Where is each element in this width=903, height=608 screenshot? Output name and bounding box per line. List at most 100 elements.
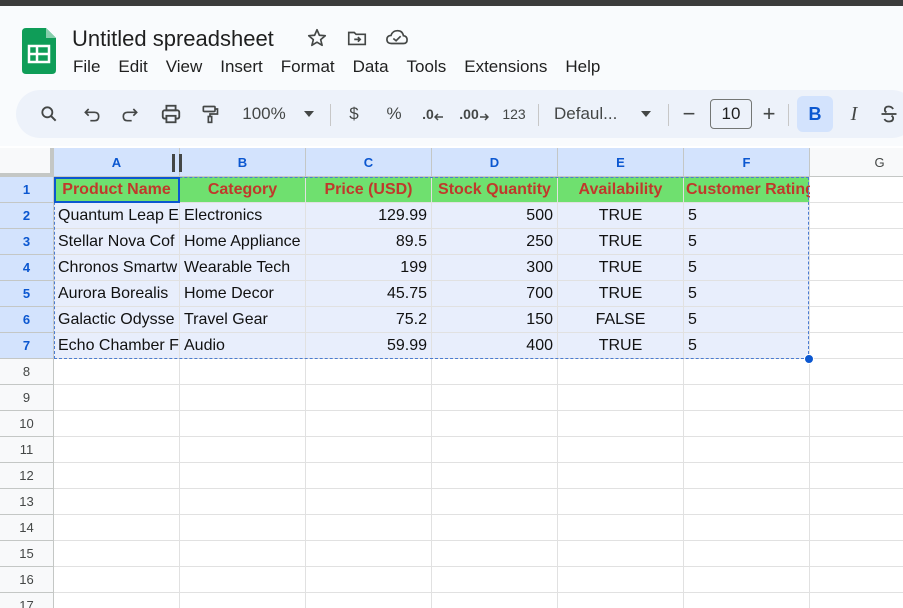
cell-e2[interactable]: TRUE [558, 203, 684, 229]
print-icon[interactable] [154, 90, 188, 138]
header-cell-d[interactable]: Stock Quantity [432, 177, 558, 203]
empty-cell[interactable] [558, 359, 684, 385]
italic-button[interactable]: I [840, 90, 868, 138]
empty-cell[interactable] [432, 463, 558, 489]
row-header-3[interactable]: 3 [0, 229, 54, 255]
empty-cell[interactable] [558, 541, 684, 567]
empty-cell[interactable] [810, 177, 903, 203]
cell-c3[interactable]: 89.5 [306, 229, 432, 255]
cell-d3[interactable]: 250 [432, 229, 558, 255]
empty-cell[interactable] [810, 489, 903, 515]
empty-cell[interactable] [306, 489, 432, 515]
move-to-folder-icon[interactable] [345, 26, 369, 50]
empty-cell[interactable] [558, 411, 684, 437]
empty-cell[interactable] [432, 489, 558, 515]
menu-insert[interactable]: Insert [211, 54, 272, 80]
menu-data[interactable]: Data [344, 54, 398, 80]
cell-f6[interactable]: 5 [684, 307, 810, 333]
empty-cell[interactable] [306, 541, 432, 567]
empty-cell[interactable] [558, 593, 684, 608]
menu-file[interactable]: File [64, 54, 109, 80]
column-header-g[interactable]: G [810, 148, 903, 177]
cell-e5[interactable]: TRUE [558, 281, 684, 307]
empty-cell[interactable] [684, 567, 810, 593]
cell-d4[interactable]: 300 [432, 255, 558, 281]
empty-cell[interactable] [432, 359, 558, 385]
currency-format-button[interactable]: $ [340, 90, 368, 138]
empty-cell[interactable] [810, 437, 903, 463]
empty-cell[interactable] [684, 489, 810, 515]
empty-cell[interactable] [54, 411, 180, 437]
empty-cell[interactable] [810, 203, 903, 229]
percent-format-button[interactable]: % [380, 90, 408, 138]
search-menus-icon[interactable] [32, 90, 66, 138]
spreadsheet-grid[interactable]: A B C D E F G 1 Product Name Category Price (USD) S… [0, 148, 903, 608]
column-header-c[interactable]: C [306, 148, 432, 177]
row-header-2[interactable]: 2 [0, 203, 54, 229]
undo-icon[interactable] [76, 90, 108, 138]
empty-cell[interactable] [54, 385, 180, 411]
empty-cell[interactable] [54, 541, 180, 567]
cell-f7[interactable]: 5 [684, 333, 810, 359]
empty-cell[interactable] [684, 541, 810, 567]
increase-font-size-button[interactable]: + [756, 90, 782, 138]
row-header-1[interactable]: 1 [0, 177, 54, 203]
empty-cell[interactable] [684, 359, 810, 385]
empty-cell[interactable] [810, 333, 903, 359]
column-header-f[interactable]: F [684, 148, 810, 177]
empty-cell[interactable] [180, 567, 306, 593]
strikethrough-icon[interactable] [876, 90, 902, 138]
cell-b2[interactable]: Electronics [180, 203, 306, 229]
cell-f5[interactable]: 5 [684, 281, 810, 307]
header-cell-e[interactable]: Availability [558, 177, 684, 203]
cell-a4[interactable]: Chronos Smartw [54, 255, 180, 281]
select-all-corner[interactable] [0, 148, 54, 177]
menu-help[interactable]: Help [556, 54, 609, 80]
empty-cell[interactable] [684, 437, 810, 463]
cell-c5[interactable]: 45.75 [306, 281, 432, 307]
empty-cell[interactable] [810, 541, 903, 567]
row-header-11[interactable]: 11 [0, 437, 54, 463]
cell-f2[interactable]: 5 [684, 203, 810, 229]
empty-cell[interactable] [810, 463, 903, 489]
empty-cell[interactable] [54, 489, 180, 515]
cell-c2[interactable]: 129.99 [306, 203, 432, 229]
empty-cell[interactable] [558, 463, 684, 489]
empty-cell[interactable] [180, 515, 306, 541]
cell-a2[interactable]: Quantum Leap E [54, 203, 180, 229]
column-resize-handle[interactable] [172, 154, 182, 172]
column-header-b[interactable]: B [180, 148, 306, 177]
header-cell-a[interactable]: Product Name [54, 177, 180, 203]
empty-cell[interactable] [684, 515, 810, 541]
empty-cell[interactable] [54, 593, 180, 608]
empty-cell[interactable] [684, 593, 810, 608]
empty-cell[interactable] [180, 463, 306, 489]
empty-cell[interactable] [180, 489, 306, 515]
empty-cell[interactable] [432, 515, 558, 541]
empty-cell[interactable] [810, 515, 903, 541]
row-header-12[interactable]: 12 [0, 463, 54, 489]
cell-a3[interactable]: Stellar Nova Cof [54, 229, 180, 255]
header-cell-c[interactable]: Price (USD) [306, 177, 432, 203]
row-header-15[interactable]: 15 [0, 541, 54, 567]
cell-e6[interactable]: FALSE [558, 307, 684, 333]
empty-cell[interactable] [432, 567, 558, 593]
empty-cell[interactable] [306, 359, 432, 385]
empty-cell[interactable] [684, 385, 810, 411]
cloud-status-icon[interactable] [385, 26, 409, 50]
row-header-17[interactable]: 17 [0, 593, 54, 608]
empty-cell[interactable] [684, 463, 810, 489]
empty-cell[interactable] [810, 411, 903, 437]
empty-cell[interactable] [180, 593, 306, 608]
row-header-8[interactable]: 8 [0, 359, 54, 385]
header-cell-f[interactable]: Customer Rating [684, 177, 815, 203]
row-header-7[interactable]: 7 [0, 333, 54, 359]
decrease-font-size-button[interactable]: − [676, 90, 702, 138]
cell-a5[interactable]: Aurora Borealis [54, 281, 180, 307]
cell-a6[interactable]: Galactic Odysse [54, 307, 180, 333]
empty-cell[interactable] [810, 229, 903, 255]
cell-d7[interactable]: 400 [432, 333, 558, 359]
empty-cell[interactable] [306, 385, 432, 411]
cell-b5[interactable]: Home Decor [180, 281, 306, 307]
cell-e3[interactable]: TRUE [558, 229, 684, 255]
